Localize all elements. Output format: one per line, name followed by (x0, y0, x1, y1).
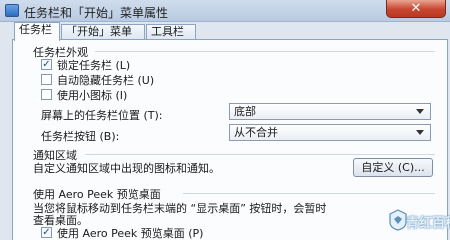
window-title: 任务栏和「开始」菜单属性 (24, 6, 169, 20)
title-bar: 任务栏和「开始」菜单属性 ✕ (0, 0, 450, 22)
taskbar-position-label: 屏幕上的任务栏位置 (T): (41, 109, 163, 122)
option-auto-hide[interactable]: 自动隐藏任务栏 (U) (41, 73, 155, 87)
option-lock-taskbar[interactable]: ✓ 锁定任务栏 (L) (41, 58, 131, 72)
notification-description: 自定义通知区域中出现的图标和通知。 (33, 162, 220, 175)
checkbox-lock-taskbar[interactable]: ✓ (41, 59, 52, 70)
option-small-icons[interactable]: 使用小图标 (I) (41, 88, 128, 102)
option-aero-peek[interactable]: ✓ 使用 Aero Peek 预览桌面 (P) (41, 226, 204, 240)
customize-button[interactable]: 自定义 (C)... (353, 158, 433, 177)
dropdown-value: 底部 (234, 105, 256, 118)
close-icon: ✕ (410, 1, 422, 16)
option-label: 使用 Aero Peek 预览桌面 (P) (57, 226, 204, 240)
taskbar-buttons-label: 任务栏按钮 (B): (41, 130, 120, 143)
option-label: 使用小图标 (I) (57, 88, 128, 102)
dropdown-value: 从不合并 (234, 126, 278, 139)
window-app-icon (5, 4, 19, 17)
watermark-text: 青红百科 (406, 216, 450, 231)
checkbox-auto-hide[interactable] (41, 74, 52, 85)
group-divider (95, 51, 435, 52)
tab-toolbars[interactable]: 工具栏 (146, 24, 196, 40)
watermark-logo-icon (389, 209, 407, 231)
close-button[interactable]: ✕ (386, 0, 446, 18)
group-divider (183, 193, 435, 194)
tab-taskbar[interactable]: 任务栏 (14, 22, 60, 41)
checkbox-aero-peek[interactable]: ✓ (41, 227, 52, 238)
option-label: 锁定任务栏 (L) (57, 58, 131, 72)
taskbar-position-dropdown[interactable]: 底部 (229, 103, 431, 120)
checkbox-small-icons[interactable] (41, 89, 52, 100)
taskbar-settings-panel: 任务栏外观 ✓ 锁定任务栏 (L) 自动隐藏任务栏 (U) 使用小图标 (I) … (12, 39, 448, 240)
watermark: 青红百科 (388, 207, 450, 235)
chevron-down-icon (416, 109, 424, 114)
group-divider (85, 154, 435, 155)
option-label: 自动隐藏任务栏 (U) (57, 73, 155, 87)
taskbar-buttons-dropdown[interactable]: 从不合并 (229, 124, 431, 141)
tab-start-menu[interactable]: 「开始」菜单 (61, 24, 145, 40)
chevron-down-icon (416, 130, 424, 135)
